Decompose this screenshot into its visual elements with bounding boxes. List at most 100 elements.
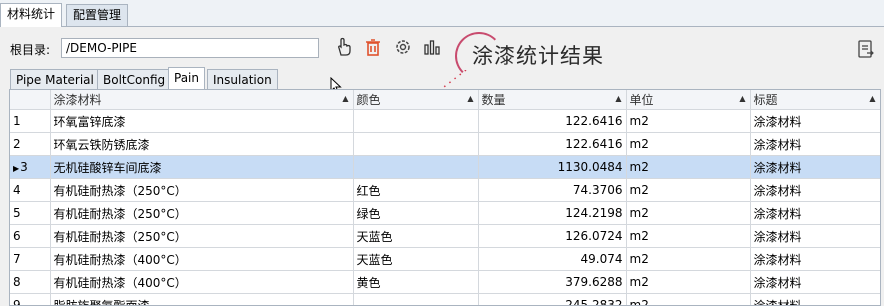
table-row[interactable]: 8 有机硅耐热漆（400°C） 黄色 379.6288 m2 涂漆材料	[10, 270, 880, 294]
tab-bolt-config[interactable]: BoltConfig	[97, 69, 172, 90]
cell-unit[interactable]: m2	[626, 109, 751, 133]
row-number[interactable]: 1	[10, 109, 51, 133]
row-number-text: 8	[13, 275, 21, 289]
sort-arrow-icon: ▲	[739, 94, 746, 103]
cell-quantity[interactable]: 1130.0484	[478, 155, 627, 179]
cell-title-text: 涂漆材料	[753, 298, 802, 306]
cell-color[interactable]	[353, 155, 479, 179]
cell-unit[interactable]: m2	[626, 293, 751, 305]
cell-quantity-text: 1130.0484	[557, 160, 623, 174]
cell-color[interactable]	[353, 109, 479, 133]
table-row[interactable]: 2 环氧云铁防锈底漆 122.6416 m2 涂漆材料	[10, 132, 880, 156]
tab-material-stats[interactable]: 材料统计	[0, 3, 63, 27]
row-number[interactable]: 2	[10, 132, 51, 156]
table-row[interactable]: 1 环氧富锌底漆 122.6416 m2 涂漆材料	[10, 109, 880, 133]
row-number-text: 4	[13, 183, 21, 197]
cell-color[interactable]: 天蓝色	[353, 224, 479, 248]
cell-color[interactable]: 红色	[353, 178, 479, 202]
export-icon[interactable]	[857, 39, 875, 59]
cell-title-text: 涂漆材料	[753, 275, 802, 290]
cell-quantity-text: 379.6288	[565, 275, 623, 289]
row-number[interactable]: ▶3	[10, 155, 51, 179]
cell-material[interactable]: 环氧云铁防锈底漆	[50, 132, 354, 156]
cell-material[interactable]: 有机硅耐热漆（400°C）	[50, 247, 354, 271]
cell-title[interactable]: 涂漆材料	[750, 155, 880, 179]
cell-material[interactable]: 有机硅耐热漆（250°C）	[50, 224, 354, 248]
cell-unit[interactable]: m2	[626, 178, 751, 202]
cell-unit[interactable]: m2	[626, 132, 751, 156]
cell-color[interactable]	[353, 293, 479, 305]
cell-color[interactable]: 天蓝色	[353, 247, 479, 271]
cell-quantity[interactable]: 126.0724	[478, 224, 627, 248]
cell-quantity[interactable]: 124.2198	[478, 201, 627, 225]
cell-quantity[interactable]: 122.6416	[478, 132, 627, 156]
cell-title[interactable]: 涂漆材料	[750, 201, 880, 225]
cell-quantity[interactable]: 122.6416	[478, 109, 627, 133]
cell-material[interactable]: 有机硅耐热漆（250°C）	[50, 201, 354, 225]
bar-chart-icon[interactable]	[421, 36, 443, 58]
table-row[interactable]: ▶3 无机硅酸锌车间底漆 1130.0484 m2 涂漆材料	[10, 155, 880, 179]
cell-quantity[interactable]: 74.3706	[478, 178, 627, 202]
row-number[interactable]: 4	[10, 178, 51, 202]
cell-unit[interactable]: m2	[626, 155, 751, 179]
cell-unit[interactable]: m2	[626, 270, 751, 294]
top-tab-bar: 材料统计 配置管理	[0, 0, 884, 27]
cell-color[interactable]	[353, 132, 479, 156]
cell-title[interactable]: 涂漆材料	[750, 270, 880, 294]
col-header-quantity[interactable]: 数量 ▲	[478, 90, 627, 110]
tab-pipe-material[interactable]: Pipe Material	[10, 69, 100, 90]
sort-arrow-icon: ▲	[615, 94, 622, 103]
cell-color-text: 红色	[356, 183, 381, 198]
cell-material[interactable]: 有机硅耐热漆（250°C）	[50, 178, 354, 202]
pointer-hand-icon[interactable]	[333, 36, 355, 58]
table-row[interactable]: 4 有机硅耐热漆（250°C） 红色 74.3706 m2 涂漆材料	[10, 178, 880, 202]
cell-material[interactable]: 无机硅酸锌车间底漆	[50, 155, 354, 179]
row-number[interactable]: 6	[10, 224, 51, 248]
cell-title[interactable]: 涂漆材料	[750, 224, 880, 248]
cell-material[interactable]: 环氧富锌底漆	[50, 109, 354, 133]
settings-icon[interactable]	[392, 36, 414, 58]
overlay-title: 涂漆统计结果	[472, 44, 604, 68]
cell-title-text: 涂漆材料	[753, 229, 802, 244]
cell-quantity[interactable]: 49.074	[478, 247, 627, 271]
table-row[interactable]: 7 有机硅耐热漆（400°C） 天蓝色 49.074 m2 涂漆材料	[10, 247, 880, 271]
tab-insulation[interactable]: Insulation	[207, 69, 278, 90]
tab-config-management[interactable]: 配置管理	[66, 4, 129, 26]
cell-color-text: 天蓝色	[356, 229, 393, 244]
cell-material[interactable]: 有机硅耐热漆（400°C）	[50, 270, 354, 294]
row-number[interactable]: 7	[10, 247, 51, 271]
table-row[interactable]: 9 脂肪族聚氨酯面漆 245.2832 m2 涂漆材料	[10, 293, 880, 306]
cell-material[interactable]: 脂肪族聚氨酯面漆	[50, 293, 354, 305]
cell-material-text: 有机硅耐热漆（400°C）	[53, 275, 187, 290]
cell-title[interactable]: 涂漆材料	[750, 247, 880, 271]
col-header-color[interactable]: 颜色 ▲	[353, 90, 479, 110]
cell-unit[interactable]: m2	[626, 201, 751, 225]
cell-unit[interactable]: m2	[626, 224, 751, 248]
cell-quantity-text: 122.6416	[565, 137, 623, 151]
table-row[interactable]: 5 有机硅耐热漆（250°C） 绿色 124.2198 m2 涂漆材料	[10, 201, 880, 225]
col-header-unit[interactable]: 单位 ▲	[626, 90, 751, 110]
cell-quantity[interactable]: 379.6288	[478, 270, 627, 294]
row-number[interactable]: 8	[10, 270, 51, 294]
table-row[interactable]: 6 有机硅耐热漆（250°C） 天蓝色 126.0724 m2 涂漆材料	[10, 224, 880, 248]
cell-title[interactable]: 涂漆材料	[750, 132, 880, 156]
tab-pain[interactable]: Pain	[168, 67, 205, 90]
cell-quantity[interactable]: 245.2832	[478, 293, 627, 306]
row-number-text: 2	[13, 137, 21, 151]
root-path-input[interactable]	[61, 38, 319, 58]
row-number[interactable]: 5	[10, 201, 51, 225]
cell-title[interactable]: 涂漆材料	[750, 109, 880, 133]
row-number[interactable]: 9	[10, 293, 51, 305]
row-number-text: 6	[13, 229, 21, 243]
cell-title[interactable]: 涂漆材料	[750, 293, 880, 306]
cell-color[interactable]: 黄色	[353, 270, 479, 294]
cell-title-text: 涂漆材料	[753, 252, 802, 267]
sort-arrow-icon: ▲	[869, 94, 876, 103]
cell-unit[interactable]: m2	[626, 247, 751, 271]
cell-title[interactable]: 涂漆材料	[750, 178, 880, 202]
col-header-title[interactable]: 标题 ▲	[750, 90, 880, 110]
col-header-material[interactable]: 涂漆材料 ▲	[50, 90, 354, 110]
cell-color[interactable]: 绿色	[353, 201, 479, 225]
delete-icon[interactable]	[362, 36, 384, 58]
cell-quantity-text: 245.2832	[565, 298, 623, 306]
